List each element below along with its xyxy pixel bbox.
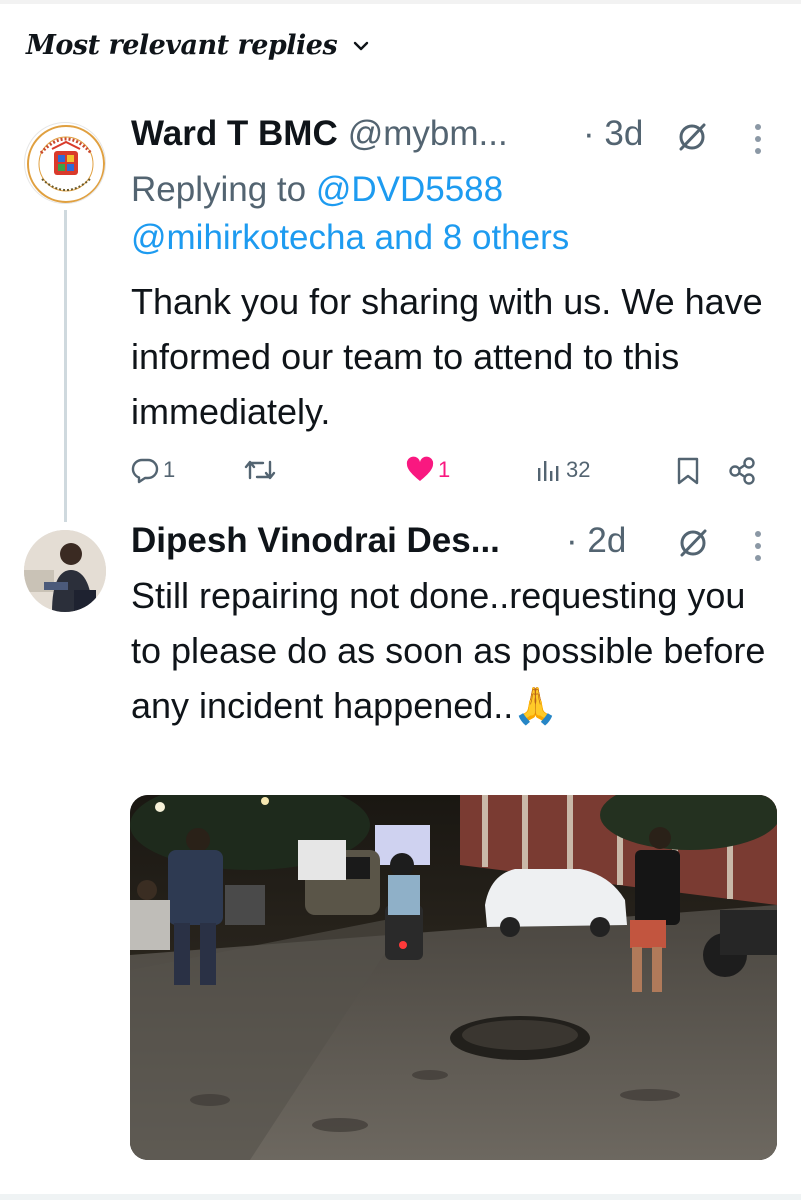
reply-button[interactable]: 1 [131,456,175,484]
tweet-text: Thank you for sharing with us. We have i… [131,281,763,432]
more-options-icon[interactable] [754,122,762,156]
more-options-icon[interactable] [754,529,762,563]
author-name[interactable]: Ward T BMC [131,114,338,154]
avatar[interactable] [24,530,106,612]
heart-icon [406,456,434,481]
tweet-header: Ward T BMC @mybm... [131,114,508,154]
header-title: Most relevant replies [26,30,338,61]
tweet-time[interactable]: · 3d [583,114,643,154]
share-icon [729,457,755,485]
mention-others-link[interactable]: @mihirkotecha and 8 others [131,218,569,257]
chevron-down-icon [353,41,369,50]
retweet-icon [244,460,276,480]
replying-to: Replying to @DVD5588 @mihirkotecha and 8… [131,166,771,262]
reply-count: 1 [163,457,176,482]
author-handle[interactable]: @mybm... [348,114,508,154]
views-icon [538,461,559,481]
tweet-header: Dipesh Vinodrai Des... [131,521,500,561]
tweet-photo[interactable] [130,795,777,1160]
tweet-text: Still repairing not done..requesting you… [131,575,766,726]
street-photo [130,795,777,1160]
author-name[interactable]: Dipesh Vinodrai Des... [131,521,500,561]
grok-icon[interactable] [678,528,708,558]
thread-line [64,210,67,522]
bmc-logo [27,125,105,203]
share-button[interactable] [727,456,757,486]
reply-icon [131,458,159,484]
view-count: 32 [566,457,591,482]
mention-link[interactable]: @DVD5588 [316,170,503,209]
avatar-photo [24,530,106,612]
grok-icon[interactable] [677,122,707,152]
bottom-divider [0,1194,801,1200]
bookmark-icon [677,457,699,485]
avatar[interactable] [24,122,106,204]
tweet-actions: 1 1 32 [131,452,771,492]
replying-prefix: Replying to [131,170,316,209]
like-count: 1 [438,457,451,482]
retweet-button[interactable] [243,456,277,484]
views-button[interactable]: 32 [536,456,590,484]
sort-replies-dropdown[interactable]: Most relevant replies [26,30,369,61]
tweet-time[interactable]: · 2d [566,521,626,561]
bookmark-button[interactable] [675,456,701,486]
like-button[interactable]: 1 [406,456,450,484]
top-divider [0,0,801,4]
